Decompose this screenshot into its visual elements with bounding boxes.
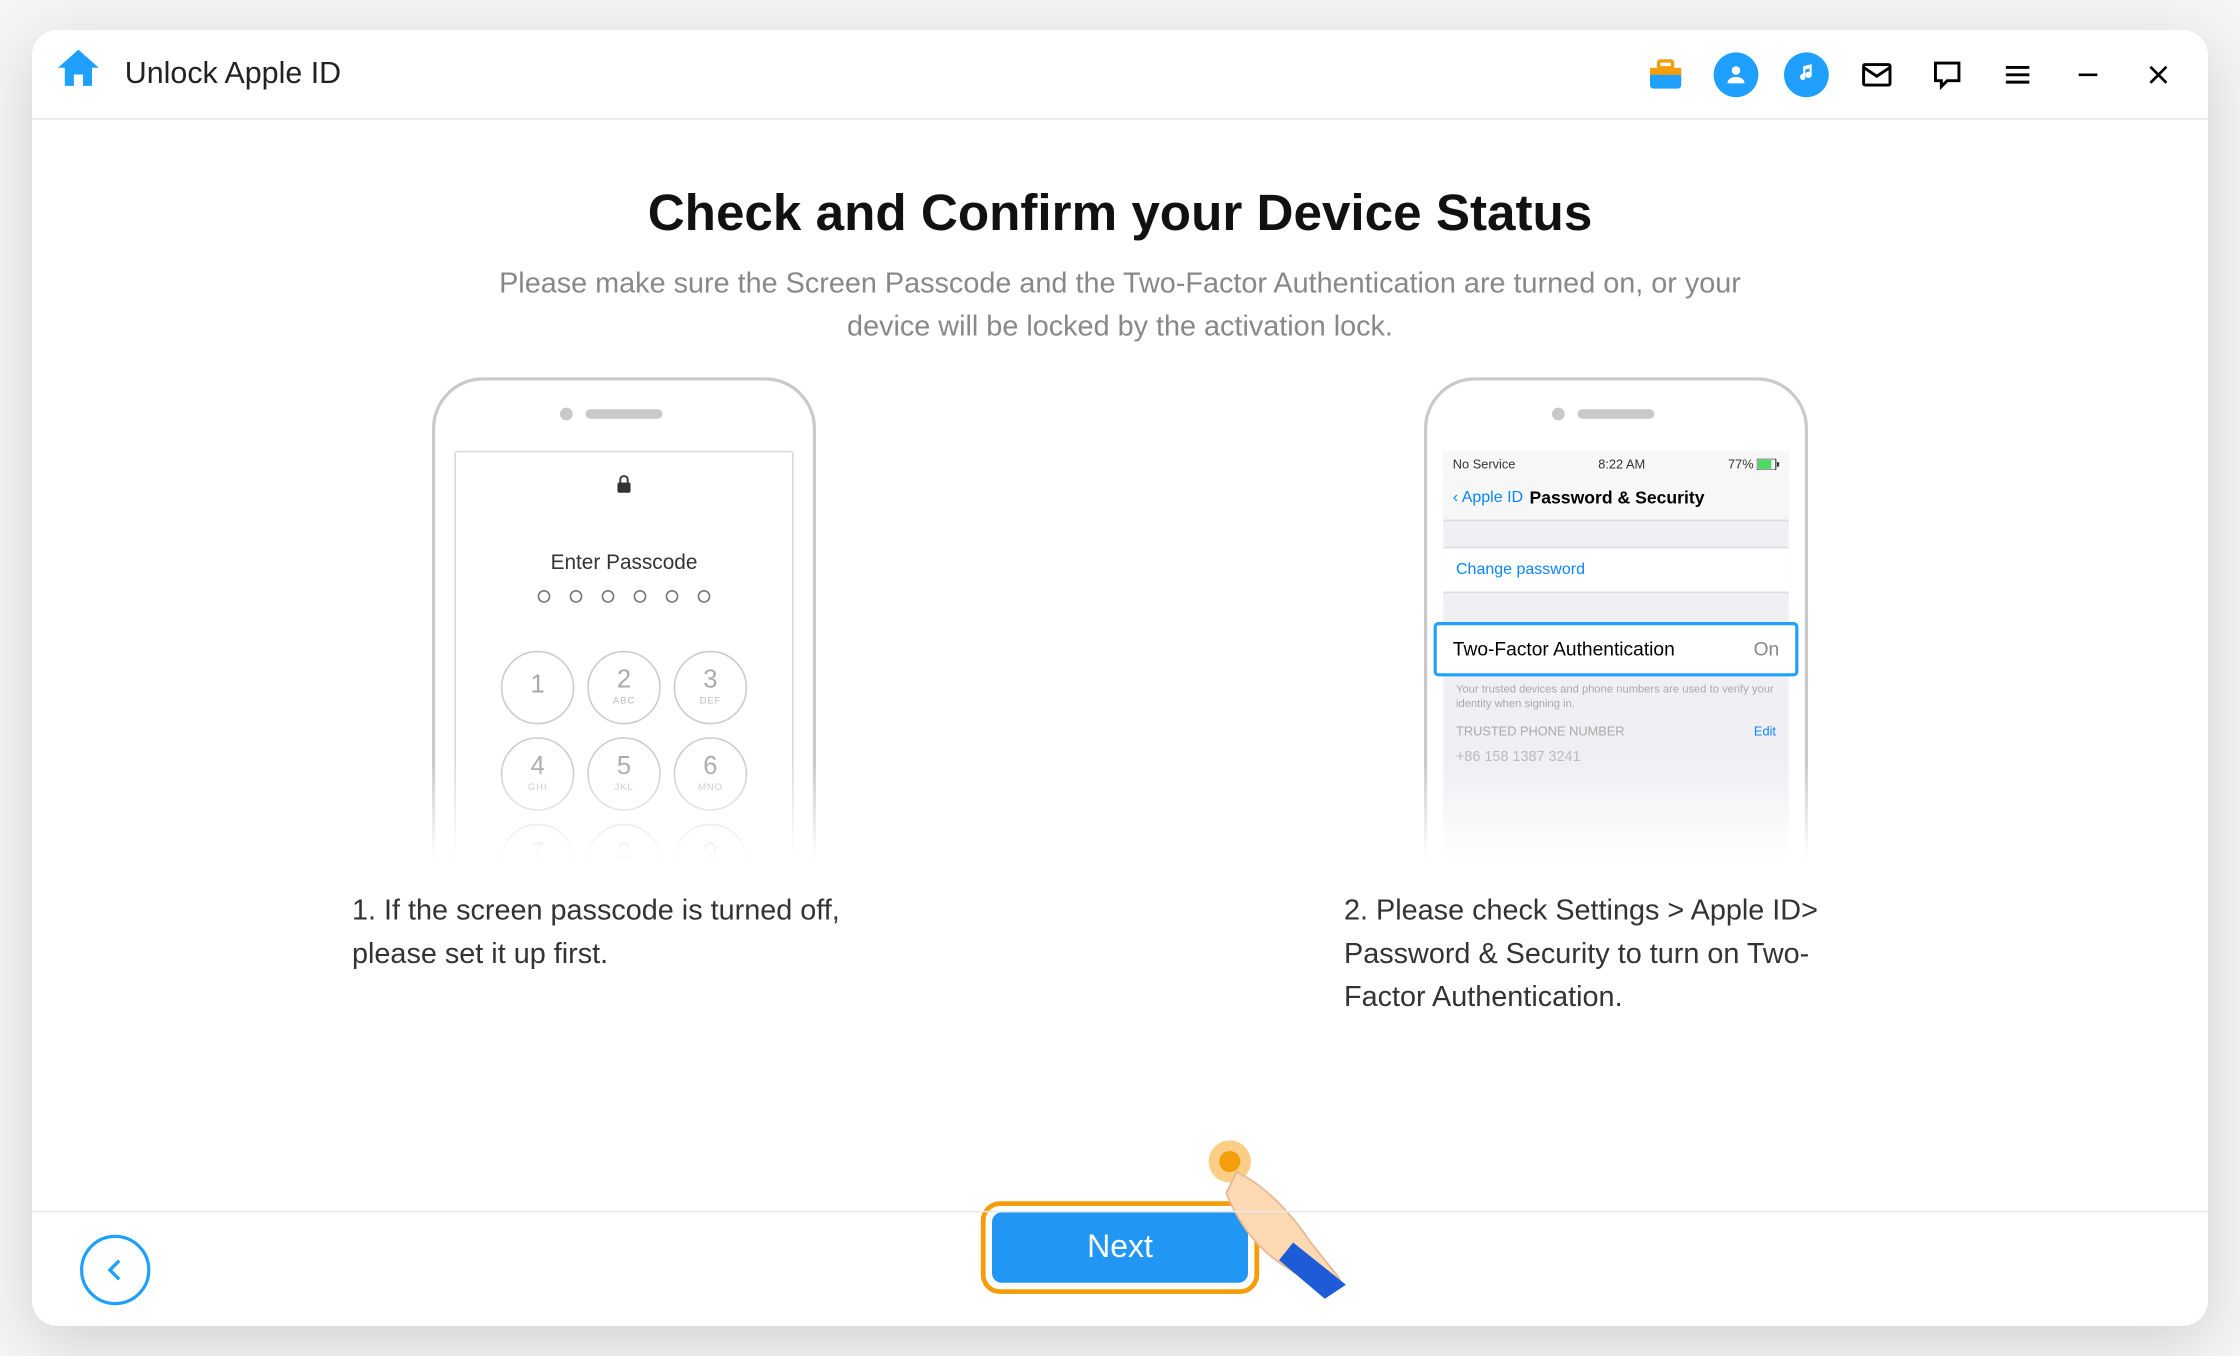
content-area: Check and Confirm your Device Status Ple… [32,120,2208,1326]
close-icon[interactable] [2128,44,2189,105]
home-icon[interactable] [51,43,105,105]
panel-passcode: Enter Passcode 12ABC3DEF4GHI5JKL6MNO7PQR… [336,377,912,1019]
back-button[interactable] [80,1234,150,1304]
phone-tfa-illustration: No Service 8:22 AM 77% ‹ Apple ID Passwo… [1408,377,1824,857]
status-bar: No Service 8:22 AM 77% [1443,451,1789,477]
bottom-bar [32,1211,2208,1326]
nav-header: ‹ Apple ID Password & Security [1443,476,1789,521]
status-carrier: No Service [1453,456,1516,470]
back-link: ‹ Apple ID [1453,489,1523,507]
tfa-label: Two-Factor Authentication [1453,638,1675,660]
battery-icon [1757,458,1779,469]
page-title: Unlock Apple ID [125,56,341,91]
phone-passcode-illustration: Enter Passcode 12ABC3DEF4GHI5JKL6MNO7PQR… [416,377,832,857]
enter-passcode-label: Enter Passcode [551,550,698,574]
feedback-icon[interactable] [1917,44,1978,105]
app-window: Unlock Apple ID Check and Confirm your D… [32,30,2208,1326]
lock-icon [613,472,635,506]
panel2-caption: 2. Please check Settings > Apple ID> Pas… [1344,889,1888,1019]
two-factor-row: Two-Factor Authentication On [1434,622,1799,676]
status-time: 8:22 AM [1598,456,1645,470]
panels: Enter Passcode 12ABC3DEF4GHI5JKL6MNO7PQR… [96,377,2144,1019]
tfa-value: On [1754,638,1780,660]
subheading: Please make sure the Screen Passcode and… [464,262,1776,348]
screen-title: Password & Security [1529,488,1704,507]
panel-tfa: No Service 8:22 AM 77% ‹ Apple ID Passwo… [1328,377,1904,1019]
music-search-icon[interactable] [1776,44,1837,105]
keypad-key: 2ABC [587,651,661,725]
minimize-icon[interactable] [2058,44,2119,105]
trusted-phone-header: TRUSTED PHONE NUMBER Edit [1443,718,1789,745]
user-icon[interactable] [1706,44,1767,105]
status-battery-pct: 77% [1728,456,1754,470]
passcode-dots [538,590,711,603]
heading: Check and Confirm your Device Status [648,184,1593,243]
mail-icon[interactable] [1846,44,1907,105]
keypad-key: 1 [501,651,575,725]
menu-icon[interactable] [1987,44,2048,105]
panel1-caption: 1. If the screen passcode is turned off,… [352,889,896,975]
toolbox-icon[interactable] [1635,44,1696,105]
titlebar: Unlock Apple ID [32,30,2208,120]
edit-link: Edit [1754,725,1776,739]
keypad-key: 3DEF [674,651,748,725]
trusted-note: Your trusted devices and phone numbers a… [1443,676,1789,718]
change-password-row: Change password [1443,547,1789,593]
